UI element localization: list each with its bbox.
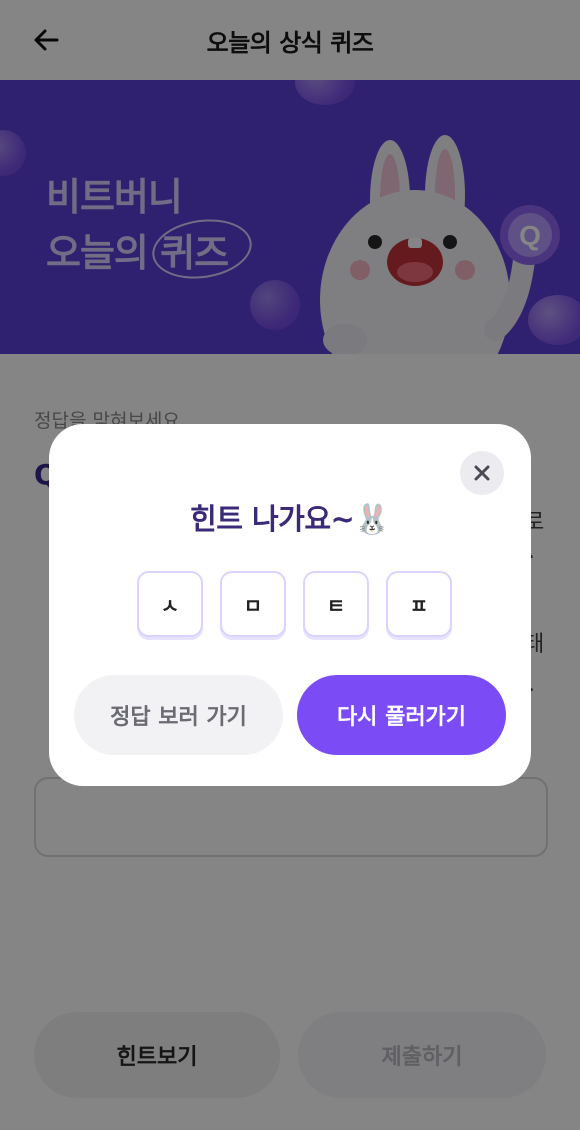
- hint-char-tile: ㅌ: [303, 571, 369, 637]
- modal-title: 힌트 나가요~🐰: [190, 502, 390, 536]
- hint-tiles: ㅅ ㅁ ㅌ ㅍ: [137, 571, 452, 637]
- hint-char-tile: ㅍ: [386, 571, 452, 637]
- hint-modal: 힌트 나가요~🐰 ㅅ ㅁ ㅌ ㅍ 정답 보러 가기 다시 풀러가기: [49, 424, 531, 786]
- close-button[interactable]: [460, 451, 504, 495]
- hint-char-tile: ㅁ: [220, 571, 286, 637]
- close-icon: [474, 465, 490, 481]
- see-answer-button[interactable]: 정답 보러 가기: [74, 675, 283, 755]
- hint-char-tile: ㅅ: [137, 571, 203, 637]
- retry-button[interactable]: 다시 풀러가기: [297, 675, 506, 755]
